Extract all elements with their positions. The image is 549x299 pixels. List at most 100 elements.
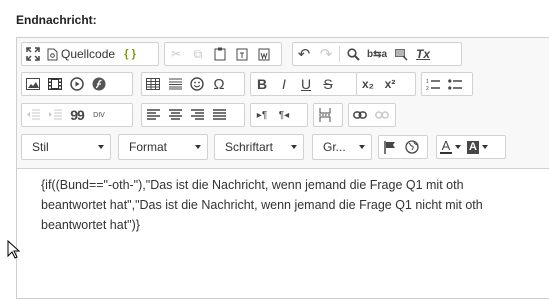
paste-button[interactable] [209, 43, 231, 65]
font-dropdown[interactable]: Schriftart [214, 134, 304, 160]
text-color-button[interactable]: A [437, 136, 464, 158]
remove-format-button[interactable]: Tx [412, 43, 434, 65]
film-icon [48, 78, 62, 90]
toolbar-group-edit: ↶ ↷ b⇆a Tx [292, 42, 462, 66]
toolbar-group-indent: 99 DIV [21, 103, 133, 127]
rtl-icon: ¶◂ [278, 109, 290, 121]
toolbar-group-tools [378, 135, 428, 159]
text-direction-ltr-button[interactable]: ▸¶ [251, 104, 273, 126]
indent-button[interactable] [44, 104, 66, 126]
text-direction-rtl-button[interactable]: ¶◂ [273, 104, 295, 126]
style-dropdown-label: Stil [32, 140, 49, 154]
align-right-button[interactable] [186, 104, 208, 126]
chevron-down-icon [481, 145, 488, 149]
horizontal-rule-button[interactable] [164, 73, 186, 95]
special-char-button[interactable]: Ω [208, 73, 230, 95]
rich-text-editor: Quellcode { } ✂ ⧉ ↶ ↷ b⇆a Tx Ω B I U S x… [16, 37, 549, 299]
chevron-down-icon [359, 145, 365, 149]
source-code-button[interactable]: Quellcode [44, 43, 119, 65]
format-dropdown[interactable]: Format [118, 134, 208, 160]
toolbar-group-clipboard: ✂ ⧉ [164, 42, 282, 66]
toolbar-group-document: Quellcode { } [21, 42, 159, 66]
horizontal-rule-icon [168, 78, 182, 90]
numbered-list-button[interactable]: 12 [422, 73, 444, 95]
media-embed-button[interactable] [66, 73, 88, 95]
outdent-button[interactable] [22, 104, 44, 126]
undo-icon: ↶ [297, 46, 311, 63]
font-size-dropdown-label: Gr... [323, 140, 346, 154]
toolbar-separator [339, 46, 340, 62]
justify-button[interactable] [208, 104, 230, 126]
paste-text-button[interactable] [231, 43, 253, 65]
background-color-icon: A [467, 140, 479, 154]
undo-button[interactable]: ↶ [293, 43, 315, 65]
bulleted-list-icon [448, 78, 462, 90]
align-left-icon [146, 109, 160, 120]
editor-content-area[interactable]: {if((Bund=="-oth-"),"Das ist die Nachric… [41, 175, 511, 235]
select-all-button[interactable] [390, 43, 412, 65]
toolbar-group-basic-styles: B I U S [250, 72, 366, 96]
chevron-down-icon [195, 145, 201, 149]
clipboard-icon [214, 47, 226, 61]
copy-button[interactable]: ⧉ [187, 43, 209, 65]
table-button[interactable] [142, 73, 164, 95]
maximize-icon [26, 47, 40, 61]
select-all-icon [395, 48, 408, 61]
align-right-icon [190, 109, 204, 120]
mouse-pointer-icon [7, 240, 21, 259]
flash-button[interactable] [88, 73, 110, 95]
toolbar-group-scripts: x₂ x² [356, 72, 416, 96]
redo-button[interactable]: ↷ [315, 43, 337, 65]
toolbar-group-align [141, 103, 245, 127]
smiley-button[interactable] [186, 73, 208, 95]
flag-icon [384, 140, 395, 154]
superscript-button[interactable]: x² [379, 73, 401, 95]
omega-icon: Ω [213, 75, 225, 93]
align-left-button[interactable] [142, 104, 164, 126]
table-icon [146, 78, 160, 90]
underline-button[interactable]: U [295, 73, 317, 95]
copy-icon: ⧉ [193, 46, 203, 61]
indent-icon [49, 109, 62, 120]
code-snippet-button[interactable]: { } [119, 43, 141, 65]
create-div-button[interactable]: DIV [88, 104, 110, 126]
background-color-button[interactable]: A [464, 136, 491, 158]
style-dropdown[interactable]: Stil [21, 134, 111, 160]
play-circle-icon [70, 77, 84, 91]
numbered-list-icon: 12 [426, 79, 440, 91]
ltr-icon: ▸¶ [256, 109, 268, 121]
page-break-icon [319, 108, 331, 122]
text-color-icon: A [440, 138, 452, 154]
unlink-button[interactable] [371, 104, 393, 126]
bulleted-list-button[interactable] [444, 73, 466, 95]
replace-button[interactable]: b⇆a [364, 43, 390, 65]
justify-icon [212, 109, 226, 120]
page-break-button[interactable] [314, 104, 336, 126]
chevron-down-icon [291, 145, 297, 149]
strikethrough-button[interactable]: S [317, 73, 339, 95]
video-button[interactable] [44, 73, 66, 95]
find-button[interactable] [342, 43, 364, 65]
maximize-button[interactable] [22, 43, 44, 65]
font-size-dropdown[interactable]: Gr... [312, 134, 372, 160]
svg-text:2: 2 [426, 86, 429, 91]
redo-icon: ↷ [319, 46, 333, 63]
align-center-button[interactable] [164, 104, 186, 126]
format-dropdown-label: Format [129, 140, 168, 154]
editor-toolbar: Quellcode { } ✂ ⧉ ↶ ↷ b⇆a Tx Ω B I U S x… [17, 38, 549, 169]
replace-icon: b⇆a [367, 48, 388, 60]
italic-button[interactable]: I [273, 73, 295, 95]
link-button[interactable] [349, 104, 371, 126]
anchor-button[interactable] [379, 136, 401, 158]
cut-button[interactable]: ✂ [165, 43, 187, 65]
blockquote-button[interactable]: 99 [66, 104, 88, 126]
smiley-icon [190, 77, 204, 91]
chevron-down-icon [455, 145, 461, 149]
editor-text: {if((Bund=="-oth-"),"Das ist die Nachric… [41, 178, 483, 232]
image-button[interactable] [22, 73, 44, 95]
subscript-button[interactable]: x₂ [357, 73, 379, 95]
language-button[interactable] [401, 136, 423, 158]
bold-button[interactable]: B [251, 73, 273, 95]
paste-word-button[interactable] [253, 43, 275, 65]
code-braces-icon: { } [124, 48, 136, 60]
